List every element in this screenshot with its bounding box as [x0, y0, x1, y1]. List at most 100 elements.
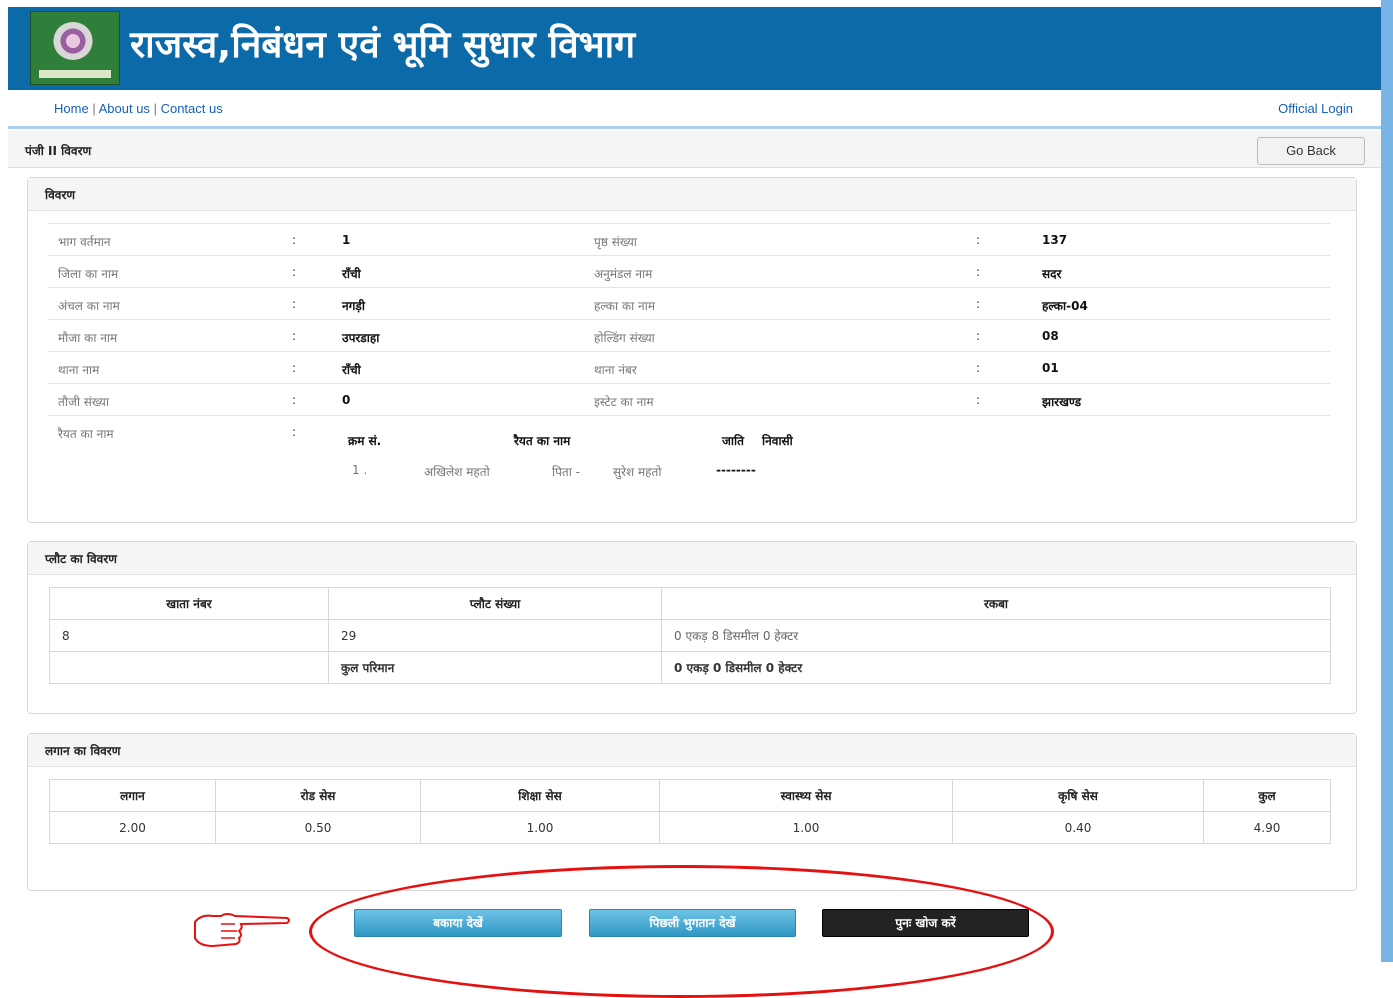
- plot-panel-title: प्लौट का विवरण: [28, 542, 1356, 575]
- detail-label: इस्टेट का नाम: [594, 395, 654, 409]
- detail-colon: :: [292, 393, 297, 407]
- plot-header-plot: प्लौट संख्या: [328, 587, 662, 620]
- detail-label: मौजा का नाम: [58, 331, 118, 345]
- table-row: 2.00 0.50 1.00 1.00 0.40 4.90: [49, 811, 1331, 844]
- pointing-hand-icon: [194, 913, 290, 948]
- education-cess-value: 1.00: [420, 811, 660, 844]
- plot-khata: [49, 651, 329, 684]
- detail-colon: :: [976, 265, 981, 279]
- detail-value: 1: [342, 233, 351, 247]
- detail-label: जिला का नाम: [58, 267, 119, 281]
- detail-label: हल्का का नाम: [594, 299, 656, 313]
- detail-value: 0: [342, 393, 351, 407]
- detail-value: हल्का-04: [1042, 299, 1088, 313]
- plot-area: 0 एकड़ 8 डिसमील 0 हेक्टर: [661, 619, 1331, 652]
- lagan-header: रोड सेस: [215, 779, 421, 812]
- detail-label: थाना नाम: [58, 363, 100, 377]
- page-scroll-rail: [1381, 0, 1393, 962]
- detail-row: अंचल का नाम : नगड़ी हल्का का नाम : हल्का…: [48, 287, 1330, 319]
- detail-label: अंचल का नाम: [58, 299, 120, 313]
- detail-value: उपरडाहा: [342, 331, 380, 345]
- lagan-header: स्वास्थ्य सेस: [659, 779, 953, 812]
- lagan-panel-title: लगान का विवरण: [28, 734, 1356, 767]
- nav-home-link[interactable]: Home: [54, 101, 89, 116]
- detail-colon: :: [292, 297, 297, 311]
- top-navigation: Home | About us | Contact us Official Lo…: [8, 90, 1381, 129]
- agriculture-cess-value: 0.40: [952, 811, 1204, 844]
- lagan-header: लगान: [49, 779, 216, 812]
- plot-total-label: कुल परिमान: [328, 651, 662, 684]
- official-login-link[interactable]: Official Login: [1278, 101, 1353, 116]
- nav-separator: |: [153, 101, 157, 116]
- go-back-button[interactable]: Go Back: [1257, 137, 1365, 165]
- raiyat-name: अखिलेश महतो: [424, 465, 490, 479]
- detail-value: 137: [1042, 233, 1068, 247]
- detail-colon: :: [292, 233, 297, 247]
- plot-panel: प्लौट का विवरण खाता नंबर प्लौट संख्या रक…: [27, 541, 1357, 714]
- detail-value: 08: [1042, 329, 1059, 343]
- table-header-row: खाता नंबर प्लौट संख्या रकबा: [49, 587, 1331, 620]
- detail-value: राँची: [342, 267, 361, 281]
- lagan-header: शिक्षा सेस: [420, 779, 660, 812]
- raiyat-header-serial: क्रम सं.: [348, 434, 382, 448]
- detail-row: मौजा का नाम : उपरडाहा होल्डिंग संख्या : …: [48, 319, 1330, 351]
- lagan-header: कुल: [1203, 779, 1331, 812]
- table-row: 8 29 0 एकड़ 8 डिसमील 0 हेक्टर: [49, 619, 1331, 652]
- lagan-header: कृषि सेस: [952, 779, 1204, 812]
- table-header-row: लगान रोड सेस शिक्षा सेस स्वास्थ्य सेस कृ…: [49, 779, 1331, 812]
- total-value: 4.90: [1203, 811, 1331, 844]
- emblem-icon: [53, 22, 93, 60]
- department-logo: [30, 11, 120, 85]
- detail-colon: :: [976, 329, 981, 343]
- breadcrumb: पंजी II विवरण: [25, 144, 92, 158]
- nav-links: Home | About us | Contact us: [54, 101, 223, 116]
- detail-colon: :: [976, 393, 981, 407]
- detail-value: राँची: [342, 363, 361, 377]
- plot-header-khata: खाता नंबर: [49, 587, 329, 620]
- road-cess-value: 0.50: [215, 811, 421, 844]
- detail-label: होल्डिंग संख्या: [594, 331, 655, 345]
- raiyat-row: रैयत का नाम : क्रम सं. रैयत का नाम जाति …: [48, 415, 1330, 496]
- raiyat-resident: --------: [716, 463, 756, 477]
- detail-label: पृष्ठ संख्या: [594, 235, 637, 249]
- details-panel-title: विवरण: [28, 178, 1356, 211]
- detail-colon: :: [292, 329, 297, 343]
- nav-contact-link[interactable]: Contact us: [161, 101, 223, 116]
- lagan-table: लगान रोड सेस शिक्षा सेस स्वास्थ्य सेस कृ…: [49, 779, 1331, 844]
- detail-value: नगड़ी: [342, 299, 365, 313]
- health-cess-value: 1.00: [659, 811, 953, 844]
- plot-table: खाता नंबर प्लौट संख्या रकबा 8 29 0 एकड़ …: [49, 587, 1331, 684]
- raiyat-father-name: सुरेश महतो: [613, 465, 662, 479]
- plot-number: 29: [328, 619, 662, 652]
- plot-khata: 8: [49, 619, 329, 652]
- details-panel: विवरण भाग वर्तमान : 1 पृष्ठ संख्या : 137…: [27, 177, 1357, 523]
- detail-row: जिला का नाम : राँची अनुमंडल नाम : सदर: [48, 255, 1330, 287]
- detail-label: अनुमंडल नाम: [594, 267, 653, 281]
- logo-caption: [39, 70, 111, 78]
- detail-value: 01: [1042, 361, 1059, 375]
- table-row: कुल परिमान 0 एकड़ 0 डिसमील 0 हेक्टर: [49, 651, 1331, 684]
- detail-value: सदर: [1042, 267, 1062, 281]
- detail-colon: :: [292, 361, 297, 375]
- raiyat-label: रैयत का नाम: [58, 427, 114, 441]
- plot-header-area: रकबा: [661, 587, 1331, 620]
- raiyat-header-name: रैयत का नाम: [514, 434, 571, 448]
- site-title: राजस्व,निबंधन एवं भूमि सुधार विभाग: [130, 23, 636, 66]
- detail-row: भाग वर्तमान : 1 पृष्ठ संख्या : 137: [48, 223, 1330, 255]
- detail-colon: :: [976, 233, 981, 247]
- site-header: राजस्व,निबंधन एवं भूमि सुधार विभाग: [8, 7, 1381, 90]
- raiyat-father-prefix: पिता -: [552, 465, 581, 479]
- lagan-value: 2.00: [49, 811, 216, 844]
- detail-label: तौजी संख्या: [58, 395, 109, 409]
- nav-separator: |: [92, 101, 96, 116]
- detail-colon: :: [292, 265, 297, 279]
- detail-row: तौजी संख्या : 0 इस्टेट का नाम : झारखण्ड: [48, 383, 1330, 415]
- detail-label: भाग वर्तमान: [58, 235, 111, 249]
- detail-colon: :: [292, 425, 297, 439]
- plot-total-area: 0 एकड़ 0 डिसमील 0 हेक्टर: [661, 651, 1331, 684]
- detail-label: थाना नंबर: [594, 363, 637, 377]
- detail-row: थाना नाम : राँची थाना नंबर : 01: [48, 351, 1330, 383]
- nav-about-link[interactable]: About us: [99, 101, 150, 116]
- detail-colon: :: [976, 361, 981, 375]
- raiyat-header-caste: जाति: [722, 434, 744, 448]
